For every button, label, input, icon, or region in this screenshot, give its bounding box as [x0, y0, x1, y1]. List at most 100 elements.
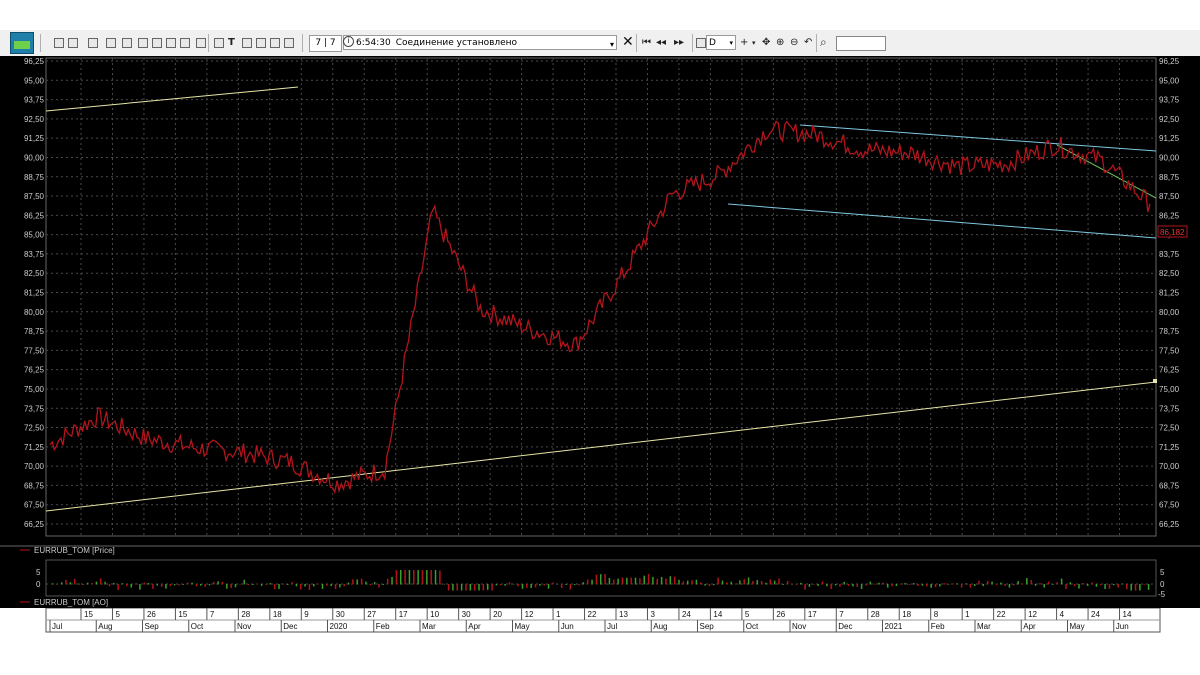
ao-bar	[739, 580, 741, 585]
refresh-icon[interactable]	[88, 38, 98, 48]
ao-bar	[708, 584, 711, 587]
close-icon[interactable]: ✕	[622, 34, 634, 50]
price-tick-right: 87,50	[1159, 192, 1180, 201]
ao-bar	[1086, 584, 1089, 586]
date-tick-month: Jun	[561, 622, 574, 631]
date-tick-month: Nov	[237, 622, 251, 631]
ao-bar	[508, 582, 511, 585]
ao-bar	[630, 577, 632, 585]
date-tick-month: Dec	[283, 622, 297, 631]
date-tick-day: 3	[650, 610, 655, 619]
undo-icon[interactable]: ↶	[804, 36, 812, 50]
zoom-window-icon[interactable]	[166, 38, 176, 48]
ao-bar	[1008, 584, 1011, 588]
hand-icon[interactable]	[256, 38, 266, 48]
ao-bar	[169, 584, 172, 587]
ao-bar	[1052, 584, 1054, 585]
ao-bar	[930, 584, 932, 588]
date-tick-month: Apr	[468, 622, 481, 631]
price-tick-right: 71,25	[1159, 443, 1180, 452]
search-icon[interactable]: ⌕	[820, 35, 827, 50]
ao-bar	[1130, 584, 1132, 591]
attach-icon[interactable]	[284, 38, 294, 48]
period-select[interactable]: D ▾	[706, 35, 736, 50]
prev-bar-icon[interactable]: ◂◂	[656, 36, 666, 50]
ao-bar	[873, 583, 876, 585]
settings-window-icon[interactable]	[180, 38, 190, 48]
ao-bar	[65, 579, 67, 585]
ao-bar	[230, 584, 232, 588]
info-circle-icon: i	[343, 36, 354, 47]
chevron-down-icon[interactable]: ▾	[729, 36, 733, 51]
app-logo-icon[interactable]	[10, 32, 34, 54]
date-tick-day: 14	[713, 610, 722, 619]
price-tick-left: 91,25	[24, 134, 45, 143]
price-chart[interactable]: 96,25 95,00 93,75 92,50 91,25 90,00 88,75 87,50…	[0, 56, 1200, 608]
ao-bar	[386, 578, 389, 585]
ao-bar	[621, 577, 624, 585]
table-icon[interactable]	[122, 38, 132, 48]
arrow-icon[interactable]	[54, 38, 64, 48]
grid-icon[interactable]	[138, 38, 148, 48]
chevron-down-icon[interactable]: ▾	[610, 37, 614, 52]
ao-bar	[617, 578, 619, 585]
ao-bar	[1065, 584, 1067, 589]
chart-type-icon[interactable]	[696, 38, 706, 48]
ao-bar	[173, 584, 176, 586]
ao-bar	[269, 583, 272, 585]
search-input[interactable]	[836, 36, 886, 51]
ao-bar	[586, 579, 589, 585]
ao-bar	[760, 580, 763, 585]
zoom-in-icon[interactable]: ⊕	[776, 36, 784, 50]
date-tick-day: 10	[430, 610, 439, 619]
move-icon[interactable]: ✥	[762, 36, 770, 50]
ao-bar	[260, 584, 263, 586]
print-icon[interactable]	[196, 38, 206, 48]
ao-bar	[121, 583, 124, 585]
date-tick-day: 18	[902, 610, 911, 619]
ao-bar	[730, 581, 732, 585]
info-icon[interactable]	[214, 38, 224, 48]
ao-bar	[600, 574, 602, 585]
terminal-window: T 7 | 7 6:54:30 Соединение установлено ▾ …	[0, 30, 1200, 634]
price-tick-left: 71,25	[24, 443, 45, 452]
date-tick-month: Sep	[145, 622, 160, 631]
ao-bar	[373, 582, 376, 585]
date-tick-month: Jun	[1116, 622, 1129, 631]
ao-bar	[156, 584, 159, 586]
ao-bar	[982, 584, 985, 587]
ao-bar	[908, 584, 911, 585]
date-tick-day: 15	[84, 610, 93, 619]
ao-bar	[204, 584, 206, 587]
price-tick-left: 81,25	[24, 289, 45, 298]
chart-area[interactable]: 96,25 95,00 93,75 92,50 91,25 90,00 88,75 87,50…	[0, 56, 1200, 634]
add-indicator-icon[interactable]: +	[740, 36, 748, 50]
ao-bar	[286, 584, 289, 585]
connection-status[interactable]: 6:54:30 Соединение установлено ▾	[343, 35, 617, 50]
ao-bar	[886, 584, 889, 588]
chevron-down-icon[interactable]: ▾	[752, 36, 756, 50]
ao-bar	[517, 584, 519, 587]
ao-bar	[400, 570, 402, 585]
first-bar-icon[interactable]: ⏮	[642, 36, 651, 50]
date-tick-month: Feb	[376, 622, 390, 631]
ao-bar	[913, 583, 915, 585]
next-bar-icon[interactable]: ▸▸	[674, 36, 684, 50]
zoom-out-icon[interactable]: ⊖	[790, 36, 798, 50]
close-window-icon[interactable]	[152, 38, 162, 48]
toolbar: T 7 | 7 6:54:30 Соединение установлено ▾ …	[0, 30, 1200, 57]
window-icon[interactable]	[106, 38, 116, 48]
link-icon[interactable]	[68, 38, 78, 48]
ao-bar	[947, 583, 950, 585]
scissors-icon[interactable]	[242, 38, 252, 48]
text-tool-icon[interactable]: T	[228, 36, 235, 50]
hand-alt-icon[interactable]	[270, 38, 280, 48]
price-tick-left: 85,00	[24, 231, 45, 240]
ao-bar	[973, 584, 976, 586]
ao-bar	[86, 582, 89, 585]
date-tick-day: 7	[210, 610, 215, 619]
price-tick-left: 96,25	[24, 57, 45, 66]
ao-bar	[95, 581, 98, 585]
price-tick-left: 86,25	[24, 211, 45, 220]
ao-bar	[882, 582, 885, 585]
